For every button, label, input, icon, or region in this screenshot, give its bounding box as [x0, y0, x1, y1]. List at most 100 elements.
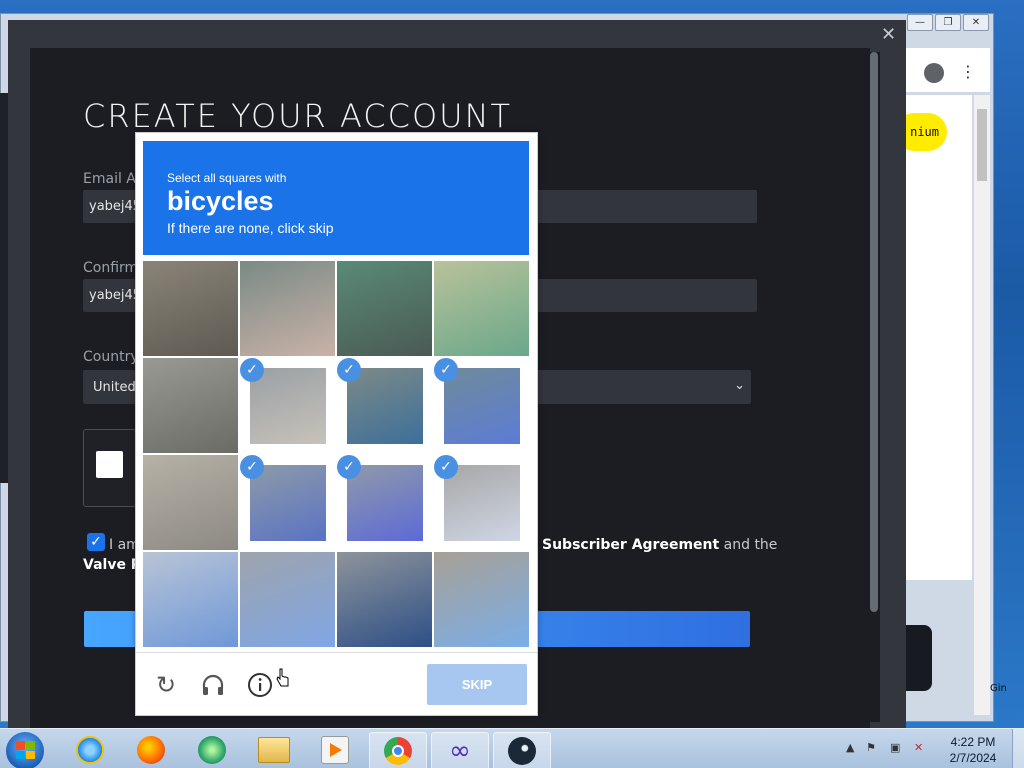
captcha-tile[interactable]: ✓ [434, 455, 529, 550]
audio-icon[interactable] [200, 672, 226, 698]
challenge-header: Select all squares with bicycles If ther… [143, 141, 529, 255]
recaptcha-challenge: Select all squares with bicycles If ther… [135, 132, 538, 716]
tile-image [347, 368, 423, 444]
taskbar-internet-explorer[interactable] [62, 732, 118, 768]
chevron-down-icon: ⌄ [734, 378, 745, 393]
subscriber-agreement-link[interactable]: Subscriber Agreement [542, 537, 719, 553]
country-label: Country [83, 349, 139, 365]
agree-checkbox[interactable]: ✓ [87, 533, 105, 551]
background-page [906, 95, 972, 580]
captcha-tile[interactable]: ✓ [337, 358, 432, 453]
captcha-tile[interactable] [143, 261, 238, 356]
captcha-tile[interactable]: ✓ [434, 358, 529, 453]
taskbar-green-app[interactable] [184, 732, 240, 768]
chrome-icon [384, 737, 412, 765]
browser-toolbar [906, 48, 990, 92]
captcha-tile[interactable]: ✓ [240, 358, 335, 453]
taskbar: ∞ ▲ ⚑ ▣ ✕ 4:22 PM 2/7/2024 [0, 728, 1024, 768]
checkmark-icon: ✓ [434, 455, 458, 479]
captcha-tile[interactable] [337, 261, 432, 356]
internet-explorer-icon [76, 736, 104, 764]
taskbar-chrome[interactable] [369, 732, 427, 768]
green-app-icon [198, 736, 226, 764]
tile-image [434, 552, 529, 647]
clock[interactable]: 4:22 PM 2/7/2024 [945, 734, 1001, 766]
email-value: yabej45 [89, 199, 142, 214]
confirm-email-label: Confirm [83, 260, 139, 276]
captcha-tile[interactable] [143, 455, 238, 550]
checkmark-icon: ✓ [240, 358, 264, 382]
page-scrollbar[interactable] [974, 95, 990, 715]
hand-cursor-icon [276, 668, 289, 687]
checkmark-icon: ✓ [337, 358, 361, 382]
action-center-flag-icon[interactable]: ⚑ [866, 741, 880, 755]
folder-icon [258, 737, 290, 763]
recaptcha-checkbox[interactable] [96, 451, 123, 478]
tile-image [250, 368, 326, 444]
tray-expand-icon[interactable]: ▲ [846, 741, 860, 755]
background-dark-panel [0, 93, 8, 483]
tile-image [250, 465, 326, 541]
minimize-button[interactable]: — [907, 14, 933, 31]
agree-suffix: and the [719, 537, 778, 553]
window-controls: — ❐ ✕ [907, 14, 989, 31]
volume-muted-icon[interactable]: ✕ [914, 741, 928, 755]
captcha-tile[interactable] [143, 552, 238, 647]
confirm-email-value: yabej45 [89, 288, 142, 303]
captcha-tile[interactable] [240, 261, 335, 356]
captcha-tile[interactable] [240, 552, 335, 647]
tile-image [444, 368, 520, 444]
media-player-icon [321, 736, 349, 764]
menu-kebab-icon[interactable]: ⋮ [960, 62, 976, 81]
tile-image [337, 261, 432, 356]
restore-button[interactable]: ❐ [935, 14, 961, 31]
captcha-tile[interactable] [337, 552, 432, 647]
close-icon[interactable]: ✕ [881, 24, 896, 45]
info-icon[interactable] [247, 672, 273, 698]
tile-image [444, 465, 520, 541]
modal-scrollbar[interactable] [868, 52, 880, 722]
captcha-tile[interactable] [143, 358, 238, 453]
background-partial-text: Gin [990, 683, 1007, 694]
taskbar-file-explorer[interactable] [246, 732, 302, 768]
close-window-button[interactable]: ✕ [963, 14, 989, 31]
checkmark-icon: ✓ [337, 455, 361, 479]
tile-image [347, 465, 423, 541]
tile-image [240, 261, 335, 356]
checkmark-icon: ✓ [240, 455, 264, 479]
checkmark-icon: ✓ [434, 358, 458, 382]
taskbar-infinity-app[interactable]: ∞ [431, 732, 489, 768]
captcha-tile[interactable] [434, 552, 529, 647]
tile-image [143, 261, 238, 356]
page-title: CREATE YOUR ACCOUNT [83, 97, 513, 135]
taskbar-firefox[interactable] [123, 732, 179, 768]
tile-image [143, 552, 238, 647]
reload-icon[interactable]: ↻ [153, 671, 179, 699]
instruction-text: Select all squares with [167, 171, 287, 185]
clock-time: 4:22 PM [950, 735, 996, 749]
country-value: United [93, 379, 136, 395]
captcha-tile[interactable]: ✓ [337, 455, 432, 550]
show-desktop-button[interactable] [1012, 729, 1024, 768]
skip-button[interactable]: SKIP [427, 664, 527, 705]
background-dark-card [906, 625, 932, 691]
start-button[interactable] [6, 732, 44, 768]
firefox-icon [137, 736, 165, 764]
network-icon[interactable]: ▣ [890, 741, 904, 755]
infinity-icon: ∞ [449, 736, 471, 766]
taskbar-media-player[interactable] [307, 732, 363, 768]
hint-text: If there are none, click skip [167, 220, 334, 236]
clock-date: 2/7/2024 [949, 751, 997, 765]
footer-divider [136, 652, 537, 653]
taskbar-steam[interactable] [493, 732, 551, 768]
agree-text-right: Subscriber Agreement and the [542, 537, 777, 553]
tile-image [240, 552, 335, 647]
captcha-tile[interactable] [434, 261, 529, 356]
tile-image [143, 358, 238, 453]
profile-avatar-icon[interactable] [924, 63, 944, 83]
steam-icon [508, 737, 536, 765]
tile-image [434, 261, 529, 356]
captcha-tile[interactable]: ✓ [240, 455, 335, 550]
target-object-text: bicycles [167, 186, 274, 216]
tile-image [337, 552, 432, 647]
